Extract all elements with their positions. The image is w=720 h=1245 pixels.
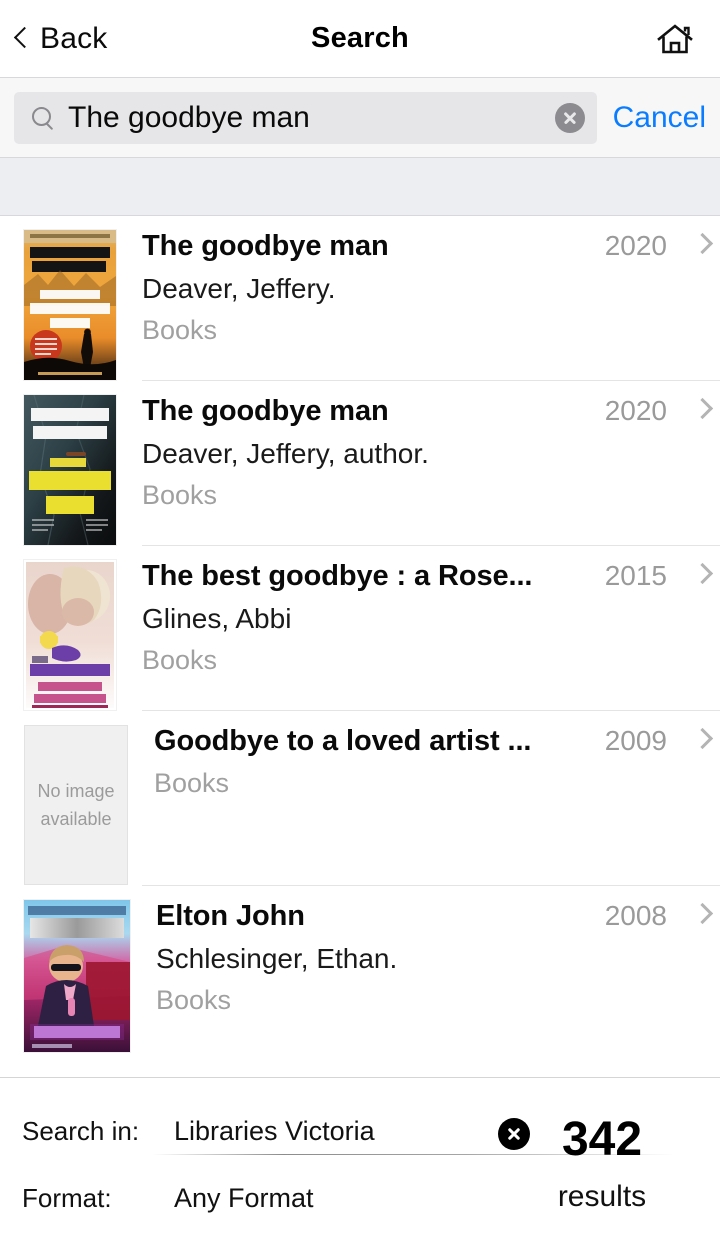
result-details: The goodbye man 2020 Deaver, Jeffery, au…	[142, 395, 720, 529]
back-button-label: Back	[40, 21, 108, 55]
result-format: Books	[142, 315, 218, 345]
result-year: 2009	[604, 725, 667, 756]
result-author: Deaver, Jeffery.	[142, 273, 336, 304]
book-cover-image	[24, 900, 130, 1052]
result-title: Goodbye to a loved artist ...	[154, 725, 532, 757]
result-details: The goodbye man 2020 Deaver, Jeffery. Bo…	[142, 230, 720, 364]
clear-filters-icon[interactable]	[498, 1118, 530, 1150]
result-title-row: Goodbye to a loved artist ... 2009	[154, 725, 714, 758]
cover-container	[0, 560, 116, 710]
no-image-placeholder: No image available	[24, 725, 128, 885]
cover-container	[0, 900, 130, 1052]
result-title: The best goodbye : a Rose...	[142, 560, 533, 592]
result-count: 342	[561, 1113, 643, 1166]
table-row[interactable]: The goodbye man 2020 Deaver, Jeffery, au…	[0, 381, 720, 545]
result-year: 2015	[604, 560, 667, 591]
cover-container	[0, 395, 116, 545]
result-year: 2020	[604, 395, 667, 426]
chevron-right-icon[interactable]	[691, 562, 714, 585]
home-button[interactable]	[656, 22, 720, 56]
result-author: Schlesinger, Ethan.	[156, 943, 398, 974]
cover-container: No image available	[0, 725, 128, 885]
search-input[interactable]: The goodbye man	[14, 91, 597, 144]
search-in-row[interactable]: Search in: Libraries Victoria	[22, 1116, 674, 1155]
result-title-row: Elton John 2008	[156, 900, 714, 933]
search-in-label: Search in:	[22, 1116, 140, 1146]
cover-container	[0, 230, 116, 380]
result-format: Books	[156, 985, 232, 1015]
no-image-line-2: available	[40, 809, 112, 829]
format-label: Format:	[22, 1183, 112, 1213]
result-details: Elton John 2008 Schlesinger, Ethan. Book…	[156, 900, 720, 1034]
search-in-value[interactable]: Libraries Victoria	[152, 1116, 674, 1155]
book-cover-image	[24, 560, 116, 710]
page-title: Search	[311, 22, 409, 54]
home-icon	[657, 23, 693, 53]
filter-band[interactable]	[0, 158, 720, 216]
clear-search-icon[interactable]	[554, 102, 585, 133]
back-button[interactable]: Back	[0, 22, 108, 56]
format-value[interactable]: Any Format	[174, 1183, 314, 1214]
table-row[interactable]: No image available Goodbye to a loved ar…	[0, 711, 720, 885]
chevron-right-icon[interactable]	[691, 397, 714, 420]
chevron-right-icon[interactable]	[691, 727, 714, 750]
table-row[interactable]: Elton John 2008 Schlesinger, Ethan. Book…	[0, 886, 720, 1052]
book-cover-image	[24, 395, 116, 545]
table-row[interactable]: The best goodbye : a Rose... 2015 Glines…	[0, 546, 720, 710]
result-author: Deaver, Jeffery, author.	[142, 438, 429, 469]
result-format: Books	[142, 645, 218, 675]
table-row[interactable]: The goodbye man 2020 Deaver, Jeffery. Bo…	[0, 216, 720, 380]
result-title: The goodbye man	[142, 230, 389, 262]
search-bar: The goodbye man Cancel	[0, 78, 720, 158]
result-format: Books	[142, 480, 218, 510]
search-icon	[30, 105, 56, 131]
chevron-left-icon	[14, 25, 30, 53]
result-title-row: The best goodbye : a Rose... 2015	[142, 560, 714, 593]
book-cover-image	[24, 230, 116, 380]
results-list: The goodbye man 2020 Deaver, Jeffery. Bo…	[0, 216, 720, 1077]
search-filters-bar: Search in: Libraries Victoria Format: An…	[0, 1077, 720, 1245]
result-count-container: 342 results	[510, 1116, 720, 1214]
result-title: The goodbye man	[142, 395, 389, 427]
chevron-right-icon[interactable]	[691, 902, 714, 925]
result-title-row: The goodbye man 2020	[142, 395, 714, 428]
filter-fields: Search in: Libraries Victoria Format: An…	[0, 1116, 674, 1214]
result-details: Goodbye to a loved artist ... 2009 Books	[154, 725, 720, 817]
format-row[interactable]: Format: Any Format	[22, 1183, 510, 1214]
search-results-screen: Back Search The goodbye man Cancel The g…	[0, 0, 720, 1245]
result-title-row: The goodbye man 2020	[142, 230, 714, 263]
cancel-button[interactable]: Cancel	[613, 101, 706, 135]
navigation-bar: Back Search	[0, 0, 720, 78]
result-author: Glines, Abbi	[142, 603, 292, 634]
result-count-label: results	[557, 1180, 647, 1213]
result-title: Elton John	[156, 900, 305, 932]
no-image-line-1: No image	[37, 781, 115, 801]
result-year: 2020	[604, 230, 667, 261]
result-format: Books	[154, 768, 230, 798]
result-details: The best goodbye : a Rose... 2015 Glines…	[142, 560, 720, 694]
result-year: 2008	[604, 900, 667, 931]
chevron-right-icon[interactable]	[691, 232, 714, 255]
search-input-value: The goodbye man	[68, 100, 310, 134]
